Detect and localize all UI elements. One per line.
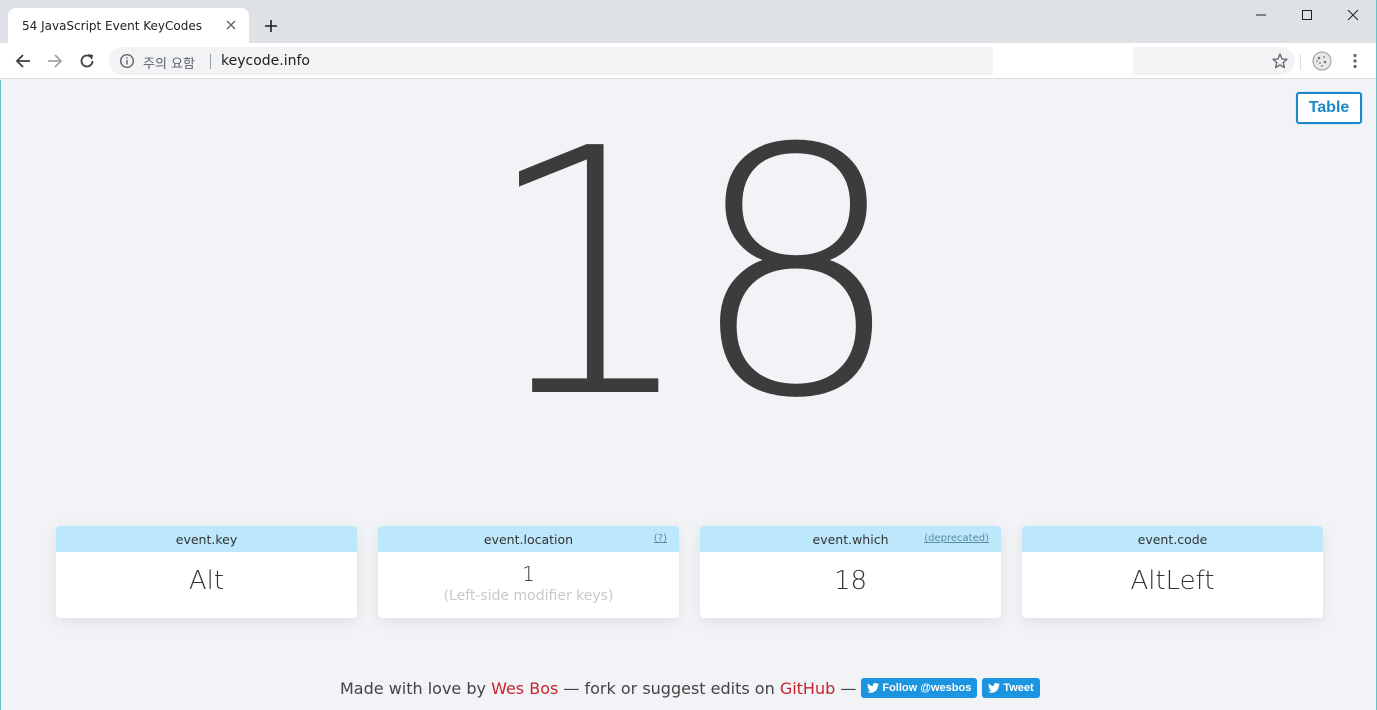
address-bar[interactable]: 주의 요함 keycode.info [109, 47, 1295, 75]
card-value: 1 [522, 562, 535, 586]
card-header: event.location (?) [378, 526, 679, 552]
follow-button-label: Follow @wesbos [882, 682, 972, 694]
card-label: event.code [1137, 531, 1208, 547]
back-arrow-icon[interactable] [10, 48, 36, 74]
deprecated-link[interactable]: (deprecated) [924, 533, 989, 544]
extension-icon[interactable] [1312, 51, 1332, 71]
table-button[interactable]: Table [1296, 92, 1362, 124]
address-bar-highlight [993, 47, 1133, 75]
tab-title: 54 JavaScript Event KeyCodes [22, 18, 202, 33]
card-value: Alt [188, 566, 225, 596]
card-header: event.code [1022, 526, 1323, 552]
omnibox-divider [210, 54, 211, 69]
github-link[interactable]: GitHub [780, 679, 835, 698]
info-icon[interactable] [119, 53, 135, 69]
tweet-button[interactable]: Tweet [982, 678, 1040, 698]
twitter-bird-icon [988, 683, 1001, 693]
new-tab-icon[interactable] [260, 15, 282, 37]
forward-arrow-icon[interactable] [42, 48, 68, 74]
keycode-display: 18 [481, 77, 905, 473]
window-close-icon[interactable] [1330, 0, 1376, 30]
card-header: event.which (deprecated) [700, 526, 1001, 552]
card-header: event.key [56, 526, 357, 552]
browser-toolbar: 주의 요함 keycode.info [0, 43, 1377, 79]
toolbar-divider [1300, 54, 1301, 70]
help-link[interactable]: (?) [654, 533, 667, 544]
page-edge [0, 80, 1, 710]
twitter-bird-icon [867, 683, 880, 693]
maximize-icon[interactable] [1284, 0, 1330, 30]
card-value: AltLeft [1130, 566, 1215, 596]
tab-strip: 54 JavaScript Event KeyCodes [0, 0, 1377, 43]
follow-button[interactable]: Follow @wesbos [861, 678, 978, 698]
card-event-which: event.which (deprecated) 18 [700, 526, 1001, 618]
author-link[interactable]: Wes Bos [491, 679, 558, 698]
browser-tab[interactable]: 54 JavaScript Event KeyCodes [8, 8, 249, 43]
card-note: (Left-side modifier keys) [443, 588, 614, 604]
minimize-icon[interactable] [1238, 0, 1284, 30]
card-label: event.location [483, 531, 574, 547]
card-value: 18 [833, 566, 868, 596]
close-tab-icon[interactable] [223, 17, 239, 33]
card-event-location: event.location (?) 1 (Left-side modifier… [378, 526, 679, 618]
footer: Made with love by Wes Bos — fork or sugg… [340, 677, 1040, 699]
tweet-button-label: Tweet [1003, 682, 1034, 694]
card-label: event.which [812, 531, 889, 547]
footer-prefix: Made with love by [340, 678, 486, 698]
card-event-code: event.code AltLeft [1022, 526, 1323, 618]
reload-icon[interactable] [74, 48, 100, 74]
footer-middle: — fork or suggest edits on [563, 678, 775, 698]
url-text[interactable]: keycode.info [221, 53, 310, 69]
card-event-key: event.key Alt [56, 526, 357, 618]
kebab-menu-icon[interactable] [1345, 51, 1365, 71]
security-label[interactable]: 주의 요함 [143, 53, 195, 72]
star-icon[interactable] [1271, 52, 1289, 70]
footer-dash: — [840, 678, 857, 698]
card-label: event.key [175, 531, 238, 547]
